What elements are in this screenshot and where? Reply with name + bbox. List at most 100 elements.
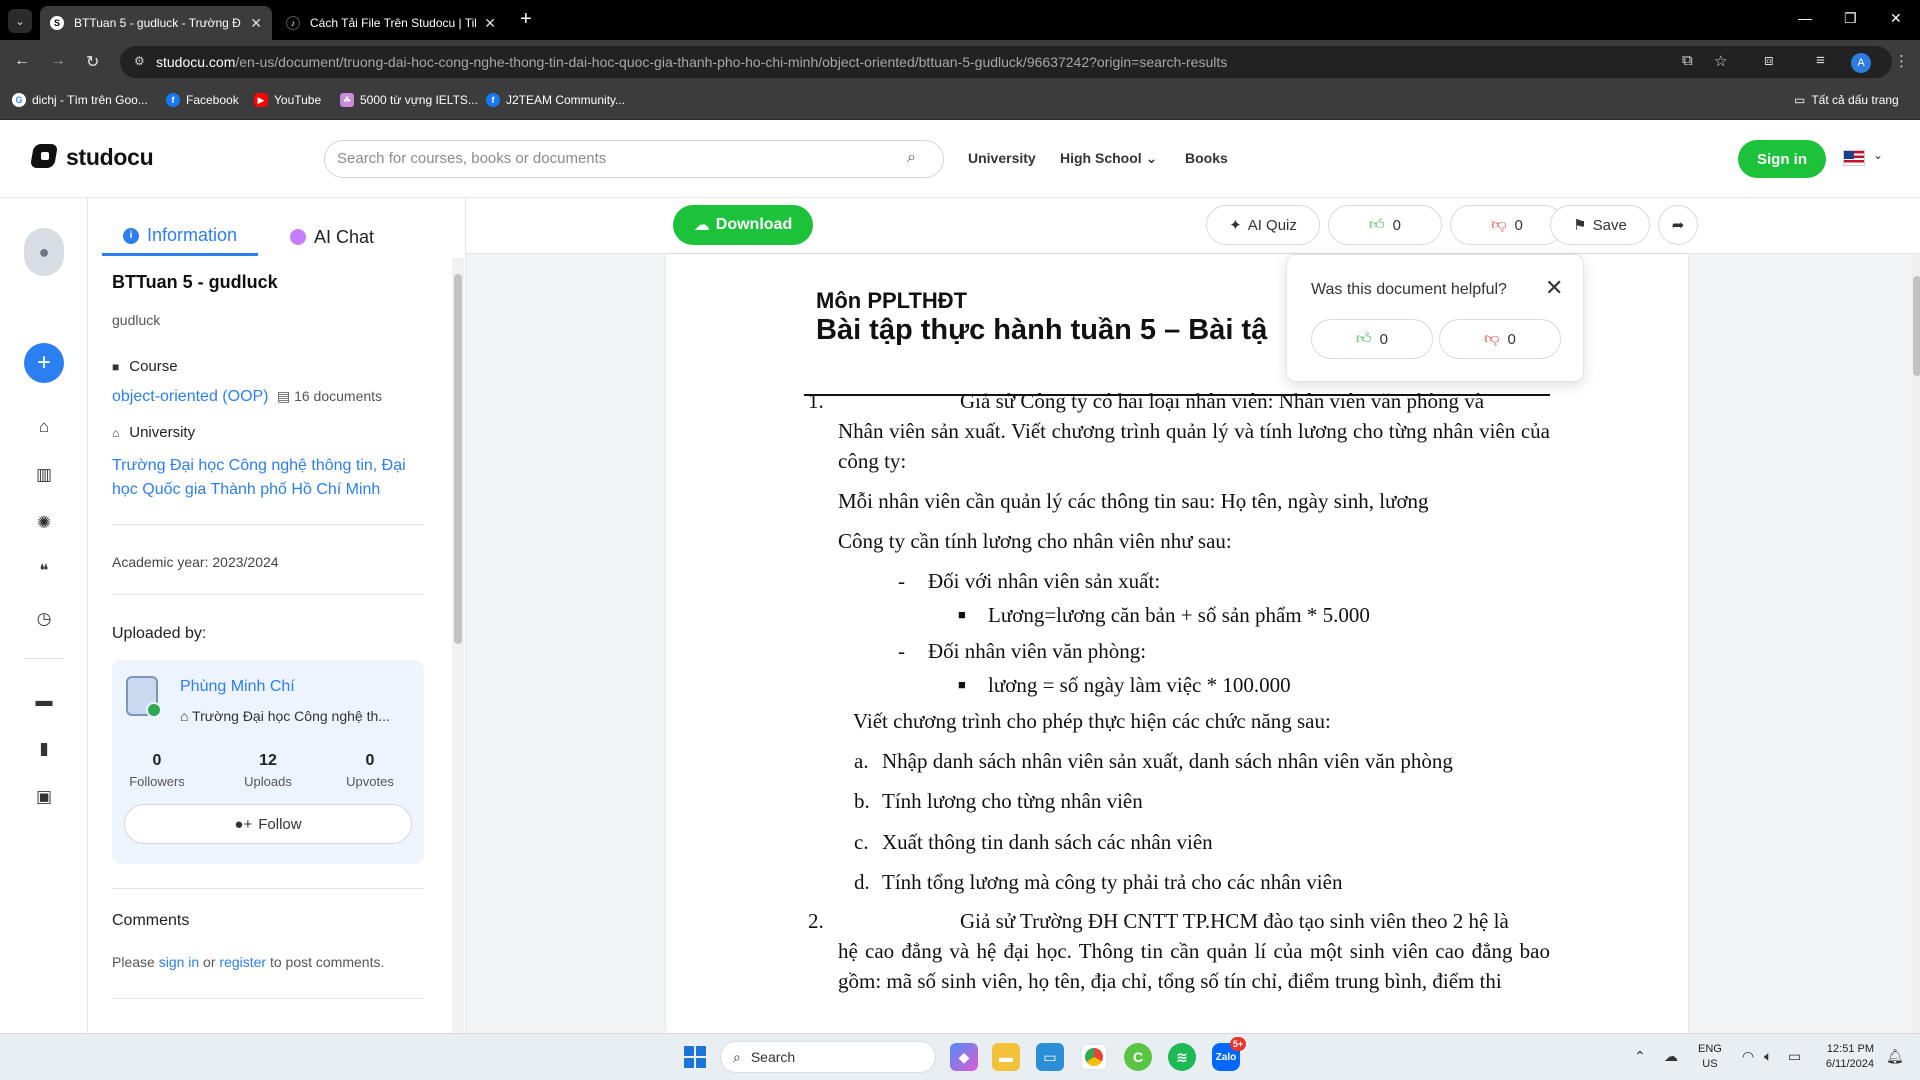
popup-dislike-button[interactable]: 👎︎ 0 (1439, 319, 1561, 359)
document-subject: Môn PPLTHĐT (816, 288, 968, 313)
desktop-app-icon[interactable]: ▭ (1036, 1043, 1064, 1071)
tab-search-button[interactable]: ⌄ (8, 9, 32, 33)
nav-university[interactable]: University (968, 150, 1036, 166)
nav-high-school[interactable]: High School ⌄ (1060, 150, 1157, 167)
tab-ai-chat[interactable]: AI Chat (290, 218, 400, 256)
bookmarks-bar: G dichj - Tìm trên Goo... f Facebook ▶ Y… (0, 84, 1920, 120)
search-input[interactable] (337, 150, 877, 167)
ielts-icon: ☘ (340, 93, 354, 107)
course-row: object-oriented (OOP) ▤ 16 documents (112, 388, 382, 406)
share-button[interactable]: ➦ (1658, 205, 1698, 245)
home-icon[interactable]: ⌂ (33, 416, 55, 438)
book-icon[interactable]: ▮ (33, 738, 55, 760)
viewer-scrollbar[interactable] (1912, 254, 1920, 1033)
taskbar-search-input[interactable]: ⌕ Search (720, 1041, 936, 1073)
bookmark-facebook[interactable]: f Facebook (166, 93, 239, 107)
chevron-down-icon[interactable]: ⌄ (1873, 148, 1883, 162)
bookmark-google[interactable]: G dichj - Tìm trên Goo... (12, 93, 148, 107)
all-bookmarks-folder[interactable]: ▭ Tất cả dấu trang (1794, 93, 1899, 107)
app-icon[interactable]: C (1124, 1043, 1152, 1071)
list-item: Xuất thông tin danh sách các nhân viên (882, 830, 1213, 854)
bookmark-star-icon[interactable]: ☆ (1714, 52, 1727, 70)
close-window-button[interactable]: ✕ (1890, 10, 1902, 27)
register-link[interactable]: register (219, 954, 266, 970)
history-clock-icon[interactable]: ◷ (33, 608, 55, 630)
bullet-marker: ■ (958, 607, 966, 622)
create-plus-button[interactable]: + (24, 343, 64, 383)
wifi-icon[interactable]: ◠ (1742, 1048, 1754, 1065)
tab-information[interactable]: i Information (102, 218, 258, 256)
sign-in-button[interactable]: Sign in (1738, 140, 1826, 178)
spotify-icon[interactable]: ≋ (1168, 1043, 1196, 1071)
battery-icon[interactable]: ▭ (1788, 1048, 1801, 1065)
panel-scrollbar[interactable] (452, 258, 464, 1033)
tab-close-icon[interactable]: ✕ (484, 15, 496, 32)
extensions-icon[interactable]: ⧈ (1764, 52, 1774, 69)
profile-avatar[interactable]: A (1851, 53, 1871, 73)
university-link[interactable]: Trường Đại học Công nghệ thông tin, Đại … (112, 454, 432, 502)
list-item: Đối nhân viên văn phòng: (928, 639, 1147, 663)
close-icon[interactable]: ✕ (1545, 275, 1563, 301)
back-arrow-icon[interactable]: ← (14, 52, 30, 70)
forward-arrow-icon[interactable]: → (50, 52, 66, 70)
notification-badge: 5+ (1230, 1037, 1246, 1051)
show-hidden-icons[interactable]: ⌃ (1634, 1048, 1646, 1065)
file-explorer-icon[interactable]: ▬ (992, 1043, 1020, 1071)
studocu-logo[interactable]: studocu (32, 142, 154, 172)
windows-start-icon[interactable] (684, 1046, 706, 1068)
chrome-icon[interactable] (1080, 1043, 1108, 1071)
divider (112, 594, 424, 595)
reload-icon[interactable]: ↻ (86, 52, 99, 72)
url-input[interactable]: ⚙ studocu.com/en-us/document/truong-dai-… (120, 46, 1892, 78)
volume-icon[interactable]: 🔈︎ (1764, 1048, 1772, 1065)
bookmark-ielts[interactable]: ☘ 5000 từ vựng IELTS... (340, 93, 478, 107)
dislike-button[interactable]: 👎︎ 0 (1450, 205, 1564, 245)
youtube-icon: ▶ (254, 93, 268, 107)
document-heading: Bài tập thực hành tuần 5 – Bài tậ (816, 314, 1268, 346)
sign-in-link[interactable]: sign in (159, 954, 199, 970)
new-tab-button[interactable]: + (520, 8, 532, 31)
media-control-icon[interactable]: ≡ (1816, 52, 1825, 69)
ai-brain-icon[interactable]: ✺ (33, 512, 55, 534)
install-app-icon[interactable]: ⧉ (1682, 52, 1693, 69)
chat-icon[interactable]: ❝ (33, 560, 55, 582)
bookmark-icon: ⚑ (1573, 217, 1587, 234)
us-flag-icon[interactable] (1843, 150, 1865, 166)
shared-folder-icon[interactable]: ▣ (33, 786, 55, 808)
scrollbar-thumb[interactable] (1913, 276, 1920, 376)
course-link[interactable]: object-oriented (OOP) (112, 388, 269, 405)
user-avatar-icon[interactable]: ● (24, 228, 64, 276)
like-button[interactable]: 👍︎ 0 (1328, 205, 1442, 245)
dash-marker: - (898, 569, 905, 593)
notifications-bell-icon[interactable]: 🔔︎ (1886, 1048, 1904, 1065)
browser-menu-icon[interactable]: ⋮ (1894, 52, 1909, 70)
divider (112, 998, 424, 999)
list-item: Lương=lương căn bản + số sản phẩm * 5.00… (988, 603, 1370, 627)
download-button[interactable]: ☁ Download (673, 205, 813, 245)
scrollbar-thumb[interactable] (454, 274, 462, 644)
minimize-button[interactable]: — (1798, 10, 1812, 26)
save-button[interactable]: ⚑ Save (1550, 205, 1650, 245)
restore-button[interactable]: ❐ (1844, 10, 1857, 27)
add-user-icon: ●+ (234, 815, 253, 833)
site-info-icon[interactable]: ⚙ (134, 54, 145, 68)
follow-button[interactable]: ●+ Follow (124, 804, 412, 844)
tab-close-icon[interactable]: ✕ (250, 15, 262, 32)
tab-tiktok[interactable]: ♪ Cách Tải File Trên Studocu | Tik ✕ (276, 6, 506, 40)
folder-icon[interactable]: ▬ (33, 690, 55, 712)
system-clock[interactable]: 12:51 PM 6/11/2024 (1818, 1042, 1874, 1072)
bookmark-j2team[interactable]: f J2TEAM Community... (486, 93, 625, 107)
library-icon[interactable]: ▥ (33, 464, 55, 486)
onedrive-icon[interactable]: ☁ (1664, 1048, 1678, 1065)
ai-quiz-button[interactable]: ✦ AI Quiz (1206, 205, 1320, 245)
facebook-icon: f (166, 93, 180, 107)
bookmark-youtube[interactable]: ▶ YouTube (254, 93, 321, 107)
uploader-avatar[interactable] (126, 676, 162, 718)
language-indicator[interactable]: ENG US (1698, 1042, 1722, 1072)
tab-studocu[interactable]: S BTTuan 5 - gudluck - Trường Đ ✕ (40, 6, 272, 40)
search-icon[interactable]: ⌕ (907, 149, 916, 167)
uploader-name-link[interactable]: Phùng Minh Chí (180, 678, 295, 696)
copilot-icon[interactable]: ◆ (950, 1043, 978, 1071)
nav-books[interactable]: Books (1185, 150, 1228, 166)
popup-like-button[interactable]: 👍︎ 0 (1311, 319, 1433, 359)
